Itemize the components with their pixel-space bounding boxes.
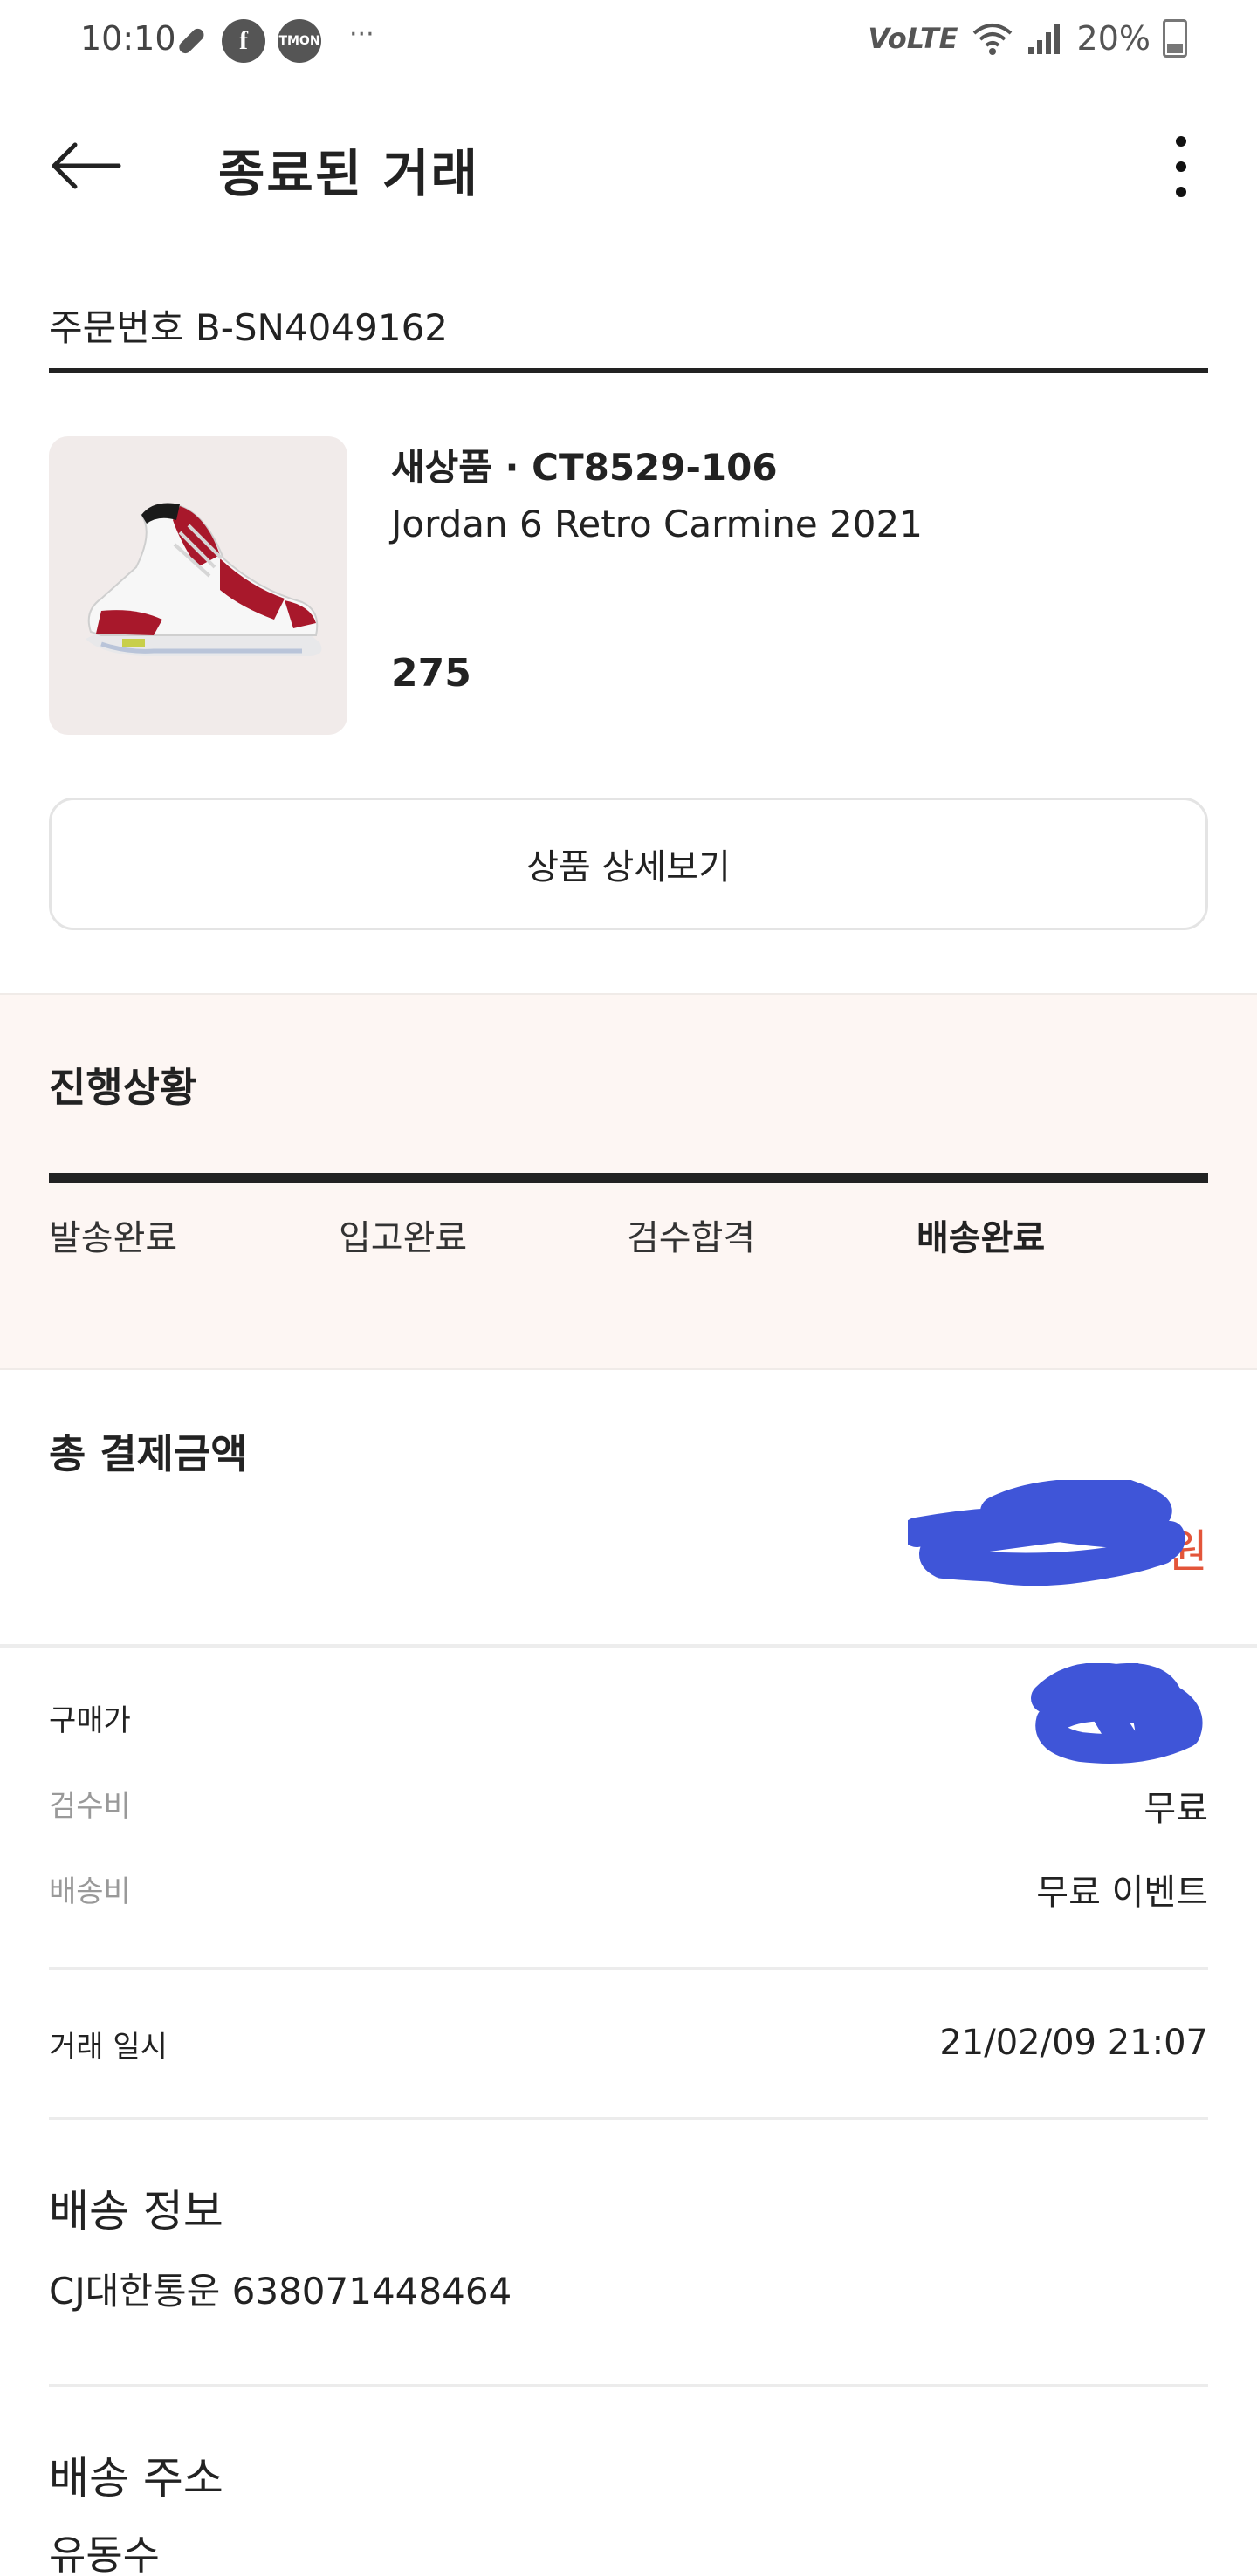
wifi-icon — [972, 24, 1012, 55]
back-arrow-icon[interactable] — [49, 140, 122, 192]
sneaker-image — [86, 503, 322, 656]
order-number: 주문번호 B-SN4049162 — [49, 306, 449, 349]
purchase-price-label: 구매가 — [49, 1703, 131, 1738]
product-meta: 새상품 · CT8529-106 — [391, 446, 778, 489]
divider — [49, 2384, 1208, 2387]
signal-icon — [1027, 24, 1060, 54]
product-image[interactable] — [49, 436, 347, 735]
more-options-icon[interactable] — [1168, 136, 1194, 197]
product-name: Jordan 6 Retro Carmine 2021 — [391, 503, 923, 545]
progress-step-inspected: 검수합격 — [627, 1218, 756, 1258]
progress-title: 진행상황 — [49, 1064, 197, 1111]
trade-datetime-value: 21/02/09 21:07 — [939, 2023, 1208, 2063]
volte-indicator: VoLTE — [868, 22, 958, 55]
status-system-icons: VoLTE 20% — [868, 19, 1187, 58]
progress-section: 진행상황 발송완료 입고완료 검수합격 배송완료 — [0, 993, 1257, 1370]
divider — [49, 1967, 1208, 1970]
product-size: 275 — [391, 651, 471, 695]
inspection-fee-label: 검수비 — [49, 1789, 131, 1824]
progress-step-received: 입고완료 — [339, 1218, 468, 1258]
shipping-fee-label: 배송비 — [49, 1874, 131, 1909]
facebook-icon: f — [222, 19, 265, 63]
shipping-info-title: 배송 정보 — [49, 2186, 223, 2237]
tmon-icon: TMON — [278, 19, 321, 63]
pill-icon — [179, 28, 204, 54]
status-notification-icons: f TMON — [171, 19, 321, 63]
divider — [49, 2117, 1208, 2120]
redaction-scribble — [908, 1480, 1185, 1586]
app-header: 종료된 거래 — [0, 113, 1257, 218]
battery-percent: 20% — [1076, 19, 1151, 58]
status-time: 10:10 — [80, 19, 176, 58]
progress-step-shipped: 발송완료 — [49, 1218, 178, 1258]
inspection-fee-value: 무료 — [1144, 1789, 1208, 1829]
progress-bar — [49, 1173, 1208, 1183]
page-title: 종료된 거래 — [218, 144, 479, 203]
recipient-name: 유동수 — [49, 2531, 160, 2576]
redaction-scribble-small — [1031, 1663, 1203, 1764]
shipping-address-title: 배송 주소 — [49, 2453, 223, 2504]
battery-icon — [1163, 19, 1187, 58]
shipping-fee-value: 무료 이벤트 — [1036, 1873, 1208, 1913]
order-divider — [49, 368, 1208, 373]
section-divider — [0, 1644, 1257, 1648]
payment-total-title: 총 결제금액 — [49, 1430, 248, 1477]
status-bar: 10:10 f TMON ··· VoLTE 20% — [0, 0, 1257, 84]
status-more-dots: ··· — [349, 19, 374, 50]
tmon-label: TMON — [278, 34, 320, 48]
product-detail-button[interactable]: 상품 상세보기 — [49, 798, 1208, 930]
trade-datetime-label: 거래 일시 — [49, 2030, 168, 2065]
shipping-tracking-value[interactable]: CJ대한통운 638071448464 — [49, 2262, 512, 2315]
progress-step-delivered: 배송완료 — [917, 1218, 1046, 1258]
